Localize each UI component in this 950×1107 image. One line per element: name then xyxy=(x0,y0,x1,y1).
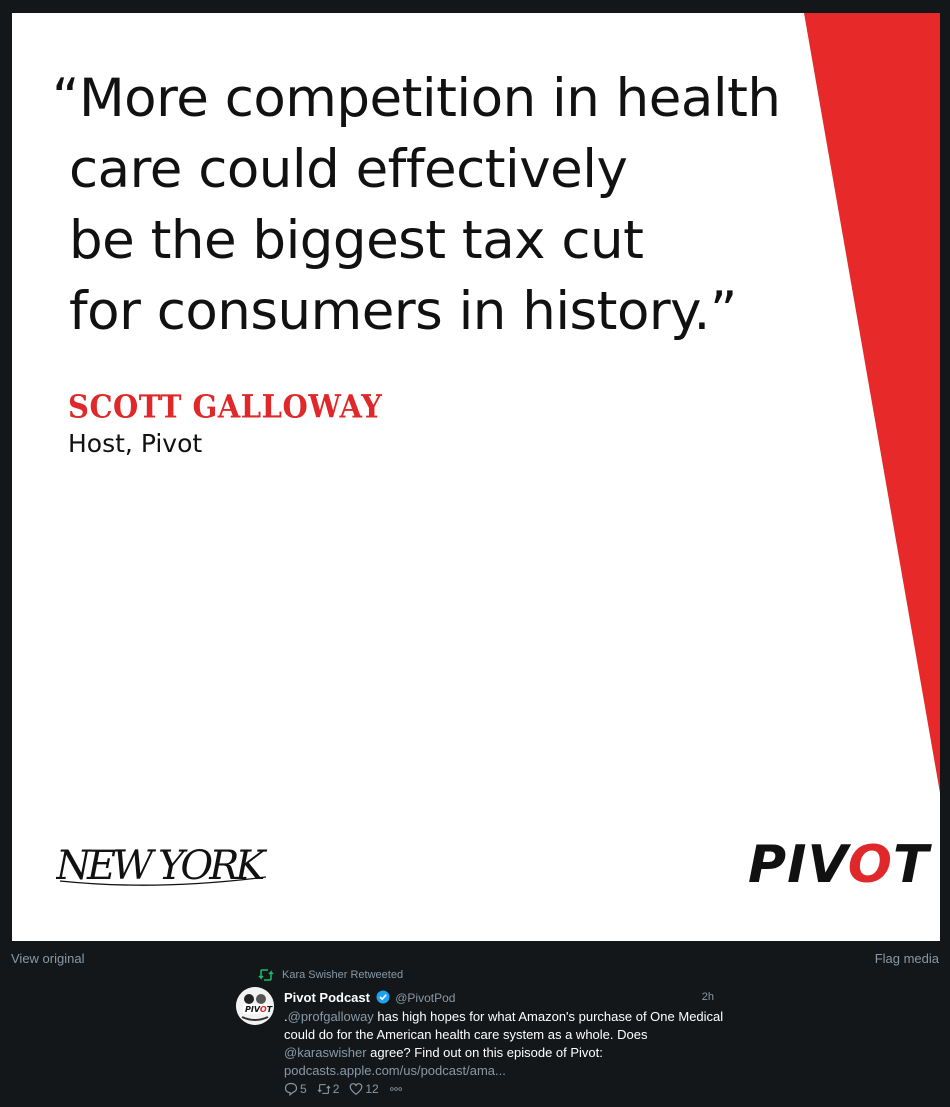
quote-line: for consumers in history.” xyxy=(69,281,737,342)
reply-button[interactable]: 5 xyxy=(284,1082,307,1096)
more-button[interactable] xyxy=(389,1082,403,1096)
avatar[interactable]: PIVOT xyxy=(236,987,274,1025)
retweet-button[interactable]: 2 xyxy=(317,1082,340,1096)
media-image[interactable]: “More competition in health care could e… xyxy=(12,13,940,941)
quote-text: “More competition in health care could e… xyxy=(52,63,781,347)
pivot-avatar-graphic: PIVOT xyxy=(236,987,274,1025)
pivot-logo: PIVOT xyxy=(748,835,930,895)
like-button[interactable]: 12 xyxy=(349,1082,379,1096)
pivot-logo-text: PIV xyxy=(748,835,848,895)
svg-text:NEW YORK: NEW YORK xyxy=(56,843,267,889)
new-york-logo: NEW YORK xyxy=(55,839,272,902)
tweet-header: Pivot Podcast @PivotPod 2h xyxy=(284,990,714,1005)
display-name[interactable]: Pivot Podcast xyxy=(284,990,370,1005)
quote-line: “More competition in health xyxy=(52,68,781,129)
tweet-actions: 5 2 12 xyxy=(284,1082,403,1096)
reply-count: 5 xyxy=(300,1082,307,1096)
retweet-count: 2 xyxy=(332,1082,340,1096)
tweet[interactable]: Kara Swisher Retweeted PIVOT Pivot Podca… xyxy=(236,965,723,1105)
new-york-logo-graphic: NEW YORK xyxy=(55,843,271,889)
mention-link[interactable]: @profgalloway xyxy=(288,1009,374,1024)
quote-author: SCOTT GALLOWAY xyxy=(68,388,383,426)
timestamp[interactable]: 2h xyxy=(702,991,714,1003)
tweet-text: .@profgalloway has high hopes for what A… xyxy=(284,1008,724,1080)
author-role: Host, Pivot xyxy=(68,429,203,458)
quote-line: be the biggest tax cut xyxy=(69,210,644,271)
flag-media-link[interactable]: Flag media xyxy=(875,951,939,966)
url-link[interactable]: podcasts.apple.com/us/podcast/ama... xyxy=(284,1063,506,1078)
retweet-icon xyxy=(258,969,274,981)
svg-text:PIVOT: PIVOT xyxy=(245,1005,273,1014)
retweet-context: Kara Swisher Retweeted xyxy=(258,968,403,982)
mention-link[interactable]: @karaswisher xyxy=(284,1045,367,1060)
heart-icon xyxy=(349,1083,363,1096)
pivot-logo-o: O xyxy=(847,835,894,895)
verified-badge-icon xyxy=(376,990,390,1004)
quote-line: care could effectively xyxy=(69,139,628,200)
view-original-link[interactable]: View original xyxy=(11,951,84,966)
more-dots-icon xyxy=(389,1087,402,1091)
retweet-icon xyxy=(317,1084,331,1094)
pivot-logo-text: T xyxy=(893,835,930,895)
retweeted-by-label: Kara Swisher Retweeted xyxy=(282,969,404,981)
reply-icon xyxy=(284,1082,298,1096)
text-segment: agree? Find out on this episode of Pivot… xyxy=(366,1045,603,1060)
like-count: 12 xyxy=(365,1082,379,1096)
handle[interactable]: @PivotPod xyxy=(395,991,455,1005)
